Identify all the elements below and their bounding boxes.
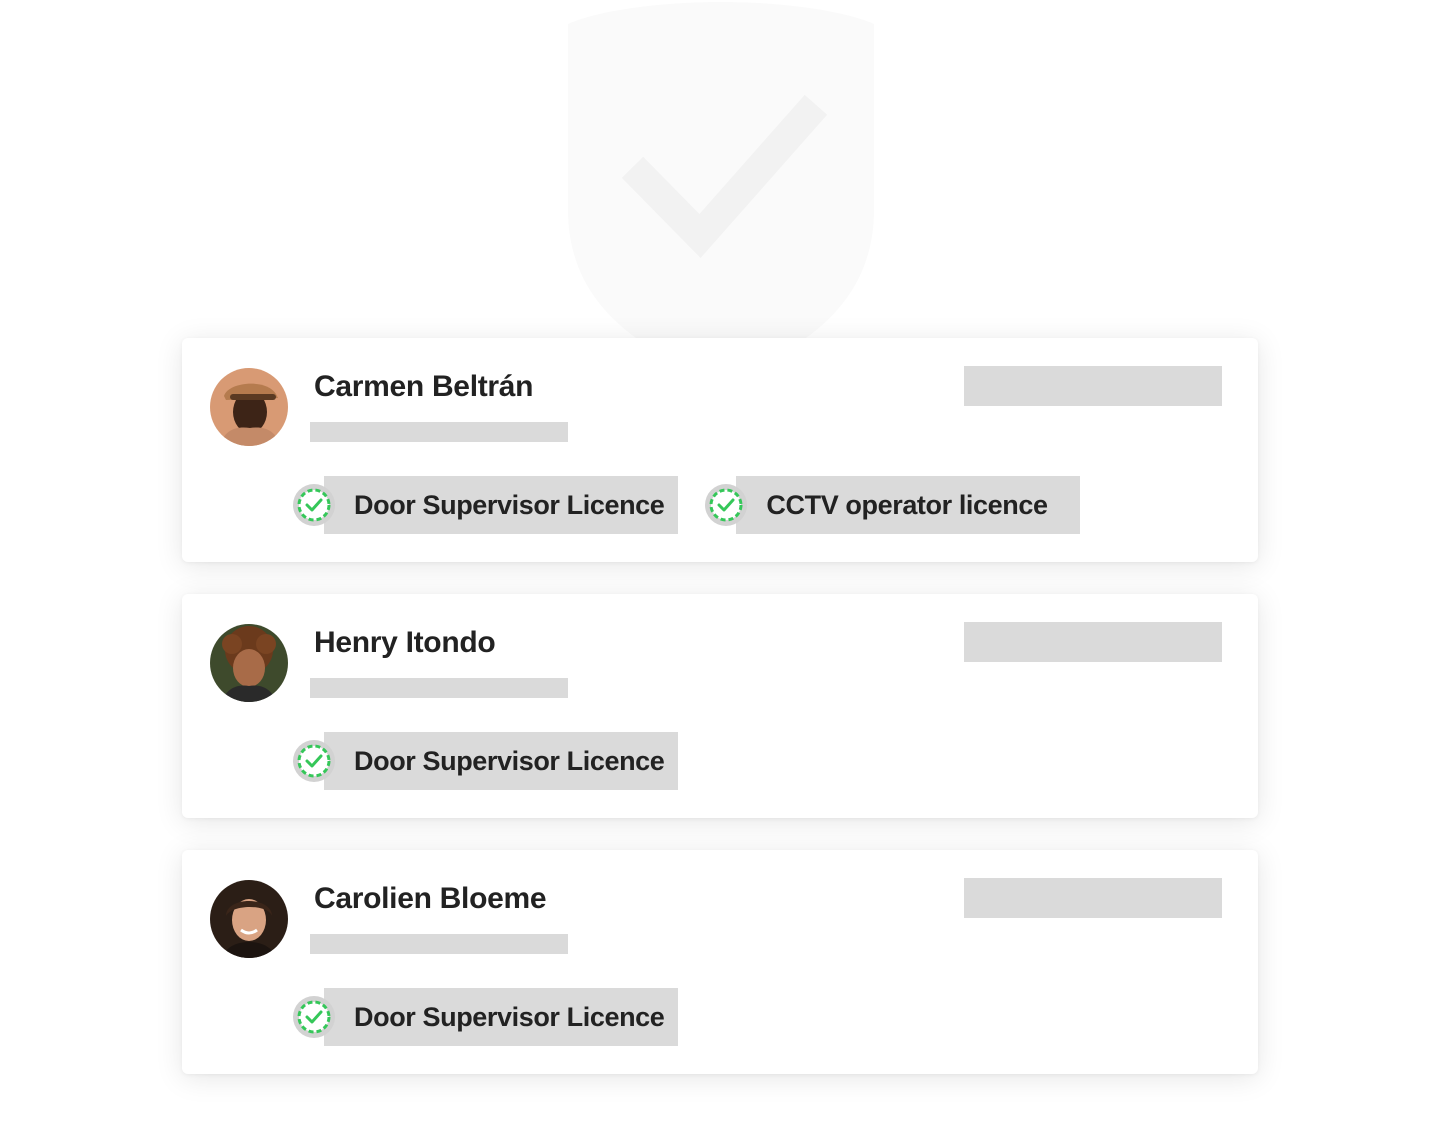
profile-name: Henry Itondo [314,626,496,659]
licence-list: Door Supervisor Licence CCTV operator li… [292,476,1080,534]
verified-check-icon [293,996,335,1038]
avatar [210,624,288,702]
licence-badge[interactable]: Door Supervisor Licence [292,988,679,1046]
profile-name: Carolien Bloeme [314,882,547,915]
licence-label: Door Supervisor Licence [324,476,679,534]
subtitle-placeholder [310,422,568,442]
licence-label: Door Supervisor Licence [324,732,679,790]
verified-check-icon [705,484,748,526]
avatar [210,368,288,446]
profile-card[interactable]: Henry Itondo Door Supervisor Licence [182,594,1258,818]
detail-placeholder [964,878,1222,918]
licence-badge[interactable]: CCTV operator licence [704,476,1080,534]
licence-badge[interactable]: Door Supervisor Licence [292,476,679,534]
licence-list: Door Supervisor Licence [292,732,679,790]
licence-list: Door Supervisor Licence [292,988,679,1046]
subtitle-placeholder [310,678,568,698]
detail-placeholder [964,366,1222,406]
licence-badge[interactable]: Door Supervisor Licence [292,732,679,790]
licence-label: Door Supervisor Licence [324,988,679,1046]
subtitle-placeholder [310,934,568,954]
profile-card[interactable]: Carmen Beltrán Door Supervisor Licence C… [182,338,1258,562]
avatar [210,880,288,958]
licence-label: CCTV operator licence [736,476,1080,534]
verified-check-icon [293,484,335,526]
profile-name: Carmen Beltrán [314,370,534,403]
profile-card[interactable]: Carolien Bloeme Door Supervisor Licence [182,850,1258,1074]
verified-check-icon [293,740,335,782]
detail-placeholder [964,622,1222,662]
